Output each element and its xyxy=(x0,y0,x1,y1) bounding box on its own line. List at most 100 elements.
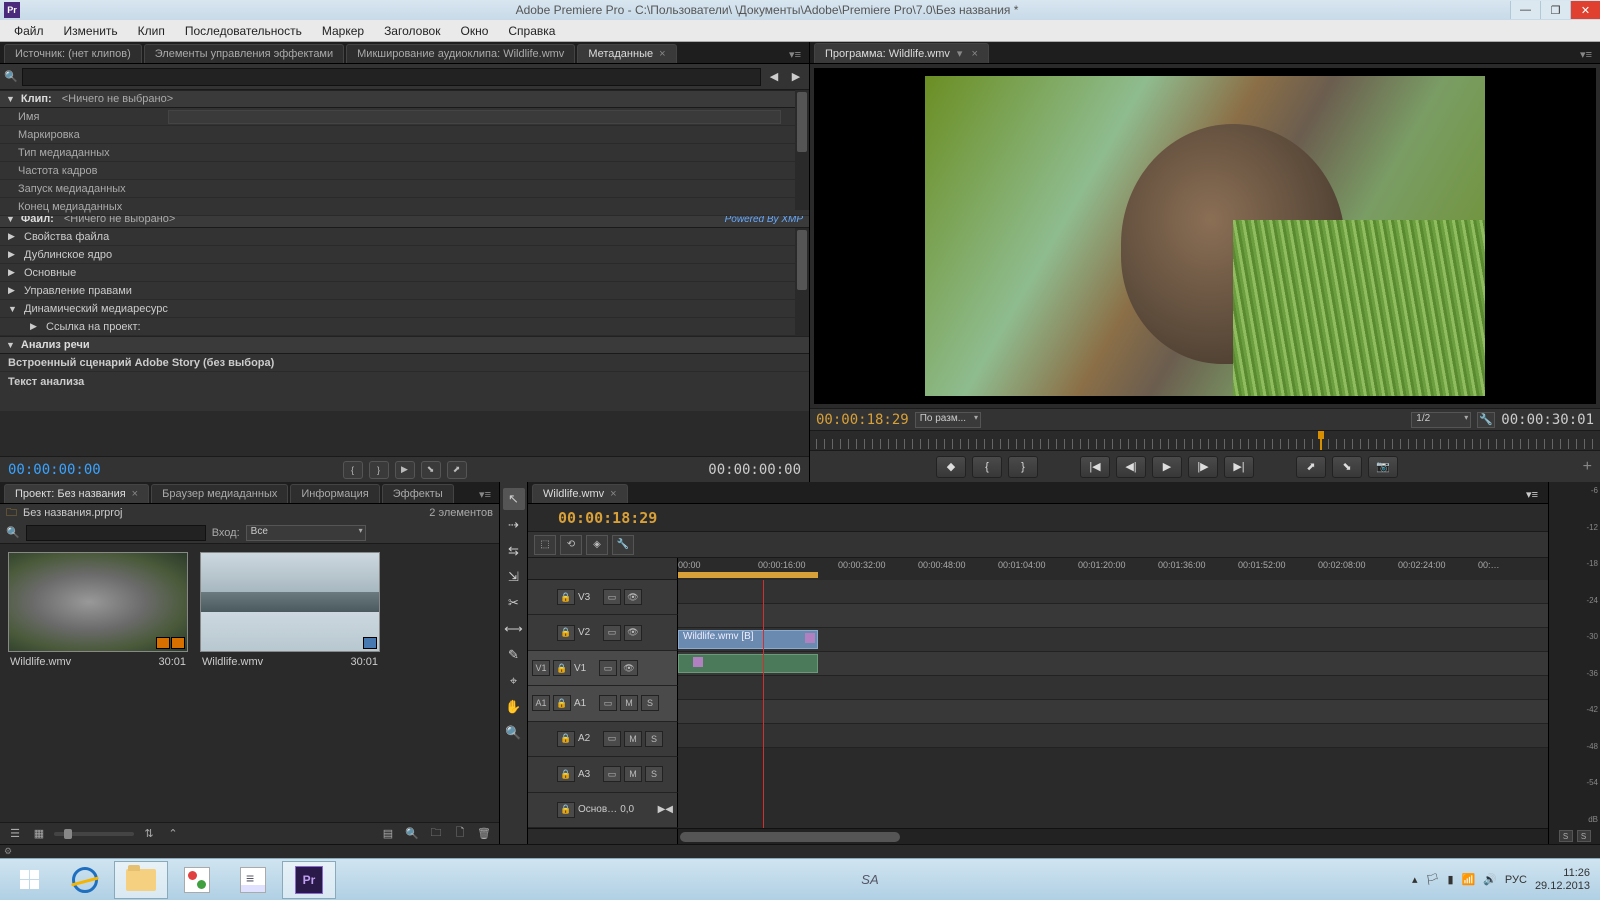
eye-icon[interactable]: 👁 xyxy=(620,660,638,676)
program-btn-step-fwd[interactable]: |▶ xyxy=(1188,456,1218,478)
program-btn-extract[interactable]: ⬊ xyxy=(1332,456,1362,478)
project-sort-button[interactable]: ⇅ xyxy=(140,826,158,842)
tool-slip[interactable]: ⟷ xyxy=(503,618,525,640)
file-group-dynamic[interactable]: ▼Динамический медиаресурс xyxy=(0,300,809,318)
tab-sequence[interactable]: Wildlife.wmv× xyxy=(532,484,628,503)
mute-button[interactable]: M xyxy=(624,766,642,782)
clip-fx-badge[interactable] xyxy=(693,657,703,667)
file-group-dublin[interactable]: ▶Дублинское ядро xyxy=(0,246,809,264)
timeline-current-timecode[interactable]: 00:00:18:29 xyxy=(558,509,657,527)
system-tray[interactable]: ▴ 🏳 ▮ 📶 🔊 РУС 11:26 29.12.2013 xyxy=(1404,867,1598,893)
lock-icon[interactable]: 🔒 xyxy=(557,589,575,605)
track-header-v1[interactable]: V1🔒V1▭👁 xyxy=(528,651,678,686)
project-item-thumbnail[interactable] xyxy=(8,552,188,652)
project-list-view-button[interactable]: ☰ xyxy=(6,826,24,842)
program-btn-export-frame[interactable]: 📷 xyxy=(1368,456,1398,478)
clip-fx-badge[interactable] xyxy=(805,633,815,643)
window-close-button[interactable]: ✕ xyxy=(1570,1,1600,19)
meter-solo-left[interactable]: S xyxy=(1559,830,1573,842)
tool-razor[interactable]: ✂ xyxy=(503,592,525,614)
program-fit-select[interactable]: По разм... xyxy=(915,412,981,428)
track-header-a1[interactable]: A1🔒A1▭MS xyxy=(528,686,678,721)
track-header-a3[interactable]: 🔒A3▭MS xyxy=(528,757,678,792)
project-sort-asc-button[interactable]: ⌃ xyxy=(164,826,182,842)
program-current-timecode[interactable]: 00:00:18:29 xyxy=(816,412,909,428)
track-header-v2[interactable]: 🔒V2▭👁 xyxy=(528,615,678,650)
program-btn-step-back[interactable]: ◀| xyxy=(1116,456,1146,478)
menu-edit[interactable]: Изменить xyxy=(54,22,128,40)
track-header-v3[interactable]: 🔒V3▭👁 xyxy=(528,580,678,615)
source-patch-v1[interactable]: V1 xyxy=(532,660,550,676)
lock-icon[interactable]: 🔒 xyxy=(557,766,575,782)
tool-zoom[interactable]: 🔍 xyxy=(503,722,525,744)
lock-icon[interactable]: 🔒 xyxy=(557,731,575,747)
menu-window[interactable]: Окно xyxy=(450,22,498,40)
tab-metadata-close[interactable]: × xyxy=(659,48,665,60)
tool-track-select[interactable]: ⇢ xyxy=(503,514,525,536)
eye-icon[interactable]: 👁 xyxy=(624,625,642,641)
timeline-clip-audio[interactable] xyxy=(678,654,818,673)
tab-source[interactable]: Источник: (нет клипов) xyxy=(4,44,142,63)
lock-icon[interactable]: 🔒 xyxy=(557,625,575,641)
program-settings-button[interactable]: 🔧 xyxy=(1477,412,1495,428)
tab-sequence-close[interactable]: × xyxy=(610,488,616,500)
program-playhead[interactable] xyxy=(1316,431,1326,450)
project-icon-view-button[interactable]: ▦ xyxy=(30,826,48,842)
program-btn-play[interactable]: ▶ xyxy=(1152,456,1182,478)
program-btn-goto-in[interactable]: |◀ xyxy=(1080,456,1110,478)
timeline-ruler[interactable]: 00:00 00:00:16:00 00:00:32:00 00:00:48:0… xyxy=(678,558,1548,580)
lock-icon[interactable]: 🔒 xyxy=(557,802,575,818)
menu-marker[interactable]: Маркер xyxy=(312,22,374,40)
track-toggle-output[interactable]: ▭ xyxy=(603,731,621,747)
panel-menu-icon[interactable]: ▾≡ xyxy=(475,486,495,503)
mute-button[interactable]: M xyxy=(624,731,642,747)
project-find-button[interactable]: 🔍 xyxy=(403,826,421,842)
track-toggle-output[interactable]: ▭ xyxy=(603,625,621,641)
master-pan-value[interactable]: 0,0 xyxy=(620,804,634,815)
tl-btn-markers[interactable]: ◈ xyxy=(586,535,608,555)
program-btn-lift[interactable]: ⬈ xyxy=(1296,456,1326,478)
project-item[interactable]: Wildlife.wmv30:01 xyxy=(200,552,380,672)
taskbar-premiere[interactable]: Pr xyxy=(282,861,336,899)
tool-pen[interactable]: ✎ xyxy=(503,644,525,666)
tool-rolling[interactable]: ⇲ xyxy=(503,566,525,588)
tab-info[interactable]: Информация xyxy=(290,484,379,503)
metadata-clip-header[interactable]: ▼ Клип: <Ничего не выбрано> xyxy=(0,90,809,108)
tray-volume-icon[interactable]: 🔊 xyxy=(1483,873,1497,886)
source-patch-a1[interactable]: A1 xyxy=(532,695,550,711)
tl-btn-settings[interactable]: 🔧 xyxy=(612,535,634,555)
menu-help[interactable]: Справка xyxy=(498,22,565,40)
metadata-clip-scrollbar[interactable] xyxy=(795,90,809,210)
track-body-a2[interactable] xyxy=(678,676,1548,700)
taskbar-app-1[interactable] xyxy=(170,861,224,899)
panel-menu-icon[interactable]: ▾≡ xyxy=(785,46,805,63)
track-toggle-output[interactable]: ▭ xyxy=(599,695,617,711)
tab-effects[interactable]: Эффекты xyxy=(382,484,454,503)
file-group-dynamic-projectref[interactable]: ▶Ссылка на проект: xyxy=(0,318,809,336)
track-header-a2[interactable]: 🔒A2▭MS xyxy=(528,722,678,757)
track-toggle-output[interactable]: ▭ xyxy=(603,589,621,605)
project-new-bin-button[interactable]: 🗀 xyxy=(427,826,445,842)
prop-name-field[interactable] xyxy=(168,110,781,124)
tray-clock[interactable]: 11:26 29.12.2013 xyxy=(1535,867,1590,893)
metadata-prev-button[interactable]: ◀ xyxy=(765,68,783,86)
taskbar-explorer[interactable] xyxy=(114,861,168,899)
taskbar-ie[interactable] xyxy=(58,861,112,899)
window-minimize-button[interactable]: — xyxy=(1510,1,1540,19)
timeline-playhead[interactable] xyxy=(763,580,764,828)
source-btn-insert[interactable]: ⬊ xyxy=(421,461,441,479)
source-tc-in[interactable]: 00:00:00:00 xyxy=(8,462,101,478)
program-btn-goto-out[interactable]: ▶| xyxy=(1224,456,1254,478)
menu-sequence[interactable]: Последовательность xyxy=(175,22,312,40)
tab-effect-controls[interactable]: Элементы управления эффектами xyxy=(144,44,344,63)
tray-battery-icon[interactable]: ▮ xyxy=(1447,873,1453,886)
track-body-v3[interactable] xyxy=(678,580,1548,604)
lock-icon[interactable]: 🔒 xyxy=(553,660,571,676)
track-body-v1[interactable]: Wildlife.wmv [В] xyxy=(678,628,1548,652)
mute-button[interactable]: M xyxy=(620,695,638,711)
project-item[interactable]: Wildlife.wmv30:01 xyxy=(8,552,188,672)
project-search-input[interactable] xyxy=(26,525,206,541)
program-btn-marker[interactable]: ◆ xyxy=(936,456,966,478)
tray-flag-icon[interactable]: 🏳 xyxy=(1425,873,1439,886)
tab-project[interactable]: Проект: Без названия× xyxy=(4,484,149,503)
